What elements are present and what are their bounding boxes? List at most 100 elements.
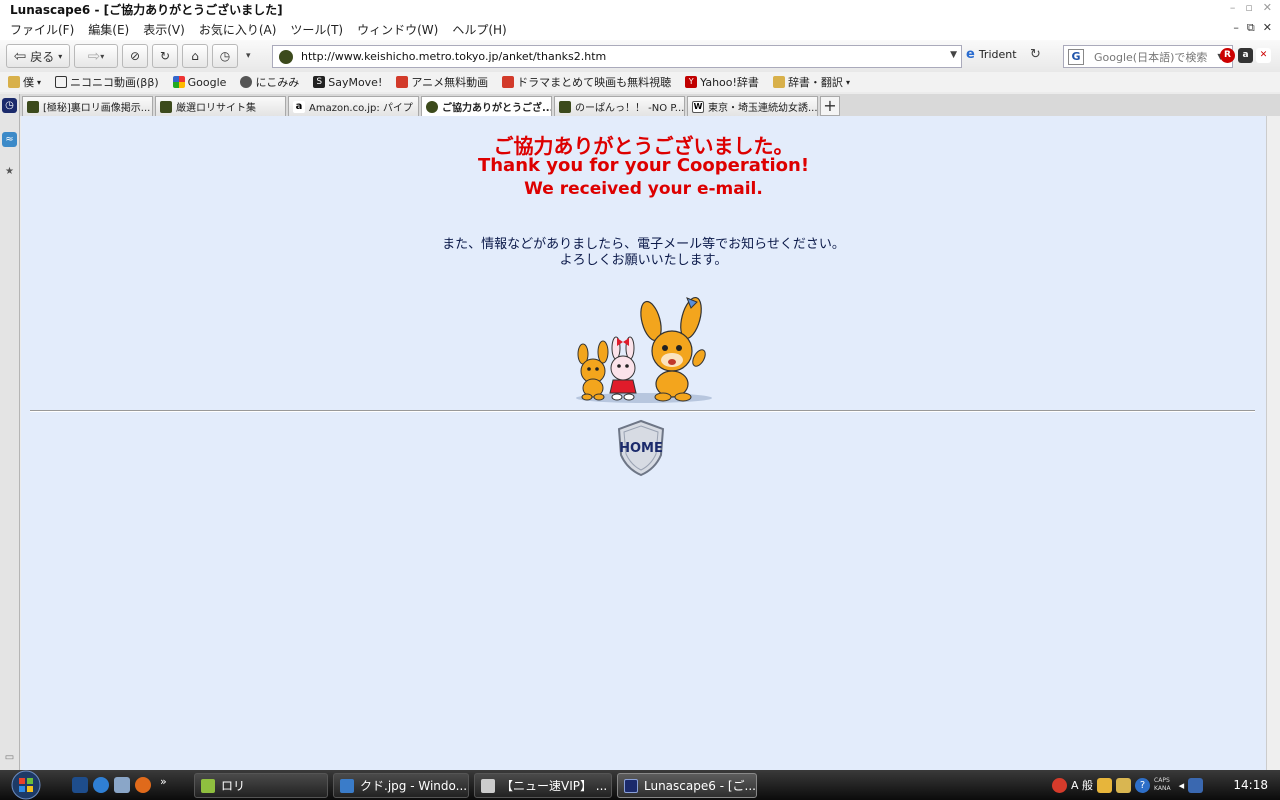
tab-amazon[interactable]: a Amazon.co.jp: パイプ <box>288 96 419 116</box>
tray-expand-icon[interactable]: ◂ <box>1179 779 1185 792</box>
url-text[interactable]: http://www.keishicho.metro.tokyo.jp/anke… <box>301 50 606 63</box>
thanks-heading-en: Thank you for your Cooperation! <box>477 155 810 176</box>
close-toolbar-icon[interactable]: ✕ <box>1256 48 1271 63</box>
taskbar-item-vip[interactable]: 【ニュー速VIP】 ... <box>474 773 612 798</box>
tab-thanks-active[interactable]: ご協力ありがとうござ... <box>421 96 552 116</box>
tab-wikipedia[interactable]: W 東京・埼玉連続幼女誘... <box>687 96 818 116</box>
google-search-icon[interactable]: G <box>1068 48 1084 65</box>
site-icon <box>279 49 293 64</box>
url-dropdown-icon[interactable]: ▼ <box>950 50 957 60</box>
menu-view[interactable]: 表示(V) <box>143 21 185 38</box>
quicklaunch-expand-icon[interactable]: » <box>160 775 167 788</box>
favorites-panel-icon[interactable]: ★ <box>2 164 17 179</box>
amazon-icon[interactable]: a <box>1238 48 1253 63</box>
tool-icon[interactable] <box>1097 777 1113 793</box>
back-button[interactable]: ⇦ 戻る ▾ <box>6 44 70 68</box>
tab-gensen-loli[interactable]: 厳選ロリサイト集 <box>155 96 286 116</box>
search-box[interactable]: G Google(日本語)で検索 ▼ <box>1063 45 1233 68</box>
menu-file[interactable]: ファイル(F) <box>10 21 74 38</box>
wikipedia-icon: W <box>692 100 704 113</box>
back-dropdown-icon[interactable]: ▾ <box>58 52 62 61</box>
menu-help[interactable]: ヘルプ(H) <box>452 21 506 38</box>
menu-edit[interactable]: 編集(E) <box>88 21 129 38</box>
rakuten-icon[interactable]: R <box>1220 48 1235 63</box>
bookmark-saymove[interactable]: S SayMove! <box>313 76 382 89</box>
start-orb-icon[interactable] <box>7 770 45 800</box>
mdi-controls: – ⧉ ✕ <box>1233 21 1272 35</box>
reload-button[interactable]: ↻ <box>152 44 178 68</box>
forward-button[interactable]: ⇨ ▾ <box>74 44 118 68</box>
engine-label: Trident <box>978 48 1017 61</box>
pen-input-icon[interactable] <box>1188 777 1204 793</box>
close-icon[interactable]: ✕ <box>1263 1 1272 14</box>
bookmark-dictionary-translate[interactable]: 辞書・翻訳 ▾ <box>772 74 850 90</box>
antivirus-icon[interactable] <box>1052 777 1067 793</box>
tray-folder-icon[interactable] <box>1116 777 1132 793</box>
quicklaunch-desktop-icon[interactable] <box>72 777 88 793</box>
mimi-icon <box>240 76 253 88</box>
tab-nopan[interactable]: のーぱんっ！！ -NO P... <box>554 96 685 116</box>
forward-dropdown-icon[interactable]: ▾ <box>100 52 104 61</box>
quicklaunch-explorer-icon[interactable] <box>114 777 130 793</box>
system-tray: A 般 ? CAPS KANA ◂ <box>1052 770 1204 800</box>
tab-favicon-icon <box>27 100 39 113</box>
tab-ura-loli[interactable]: [極秘]裏ロリ画像掲示... <box>22 96 153 116</box>
bookmarks-panel-icon[interactable]: ≈ <box>2 132 17 147</box>
title-bar: Lunascape6 - [ご協力ありがとうございました] – ▫ ✕ <box>0 0 1280 18</box>
stop-button[interactable]: ⊘ <box>122 44 148 68</box>
home-shield-button[interactable]: HOME <box>615 419 667 477</box>
bookmark-drama[interactable]: ドラマまとめて映画も無料視聴 <box>502 74 671 90</box>
tab-label: 厳選ロリサイト集 <box>176 103 256 114</box>
restore-icon[interactable]: ▫ <box>1245 1 1252 14</box>
bookmark-label: ドラマまとめて映画も無料視聴 <box>517 76 672 89</box>
home-button[interactable]: ⌂ <box>182 44 208 68</box>
menu-favorites[interactable]: お気に入り(A) <box>199 21 277 38</box>
bookmark-label: SayMove! <box>328 75 383 89</box>
bookmarks-bar: 僕 ▾ ニコニコ動画(ββ) Google にこみみ S SayMove! アニメ無… <box>0 72 1280 92</box>
engine-reload-icon[interactable]: ↻ <box>1030 47 1041 62</box>
bookmark-yahoo-dictionary[interactable]: Y Yahoo!辞書 <box>685 74 759 90</box>
quicklaunch-firefox-icon[interactable] <box>135 777 151 793</box>
back-label: 戻る <box>30 49 55 64</box>
bookmark-label: 辞書・翻訳 <box>787 76 843 89</box>
vertical-scrollbar[interactable] <box>1266 116 1280 770</box>
bookmark-anime[interactable]: アニメ無料動画 <box>396 74 488 90</box>
drama-icon <box>502 76 515 88</box>
history-panel-icon[interactable]: ◷ <box>2 98 17 113</box>
mdi-close-icon[interactable]: ✕ <box>1263 21 1272 35</box>
help-icon[interactable]: ? <box>1135 777 1151 793</box>
anime-icon <box>396 76 409 88</box>
bookmark-google[interactable]: Google <box>172 75 227 89</box>
kana-label: KANA <box>1154 785 1171 792</box>
taskbar-item-loli[interactable]: ロリ <box>194 773 328 798</box>
taskbar-item-lunascape[interactable]: Lunascape6 - [ご... <box>617 773 757 798</box>
bookmark-label: Google <box>187 75 227 89</box>
received-email-heading: We received your e-mail. <box>524 179 763 199</box>
minimize-icon[interactable]: – <box>1230 1 1236 14</box>
history-button[interactable]: ◷ <box>212 44 238 68</box>
menu-window[interactable]: ウィンドウ(W) <box>357 21 438 38</box>
quicklaunch-ie-icon[interactable] <box>93 777 109 793</box>
panel-toggle-icon[interactable]: ▭ <box>2 750 17 765</box>
pink-mascot-middle <box>609 336 637 401</box>
back-arrow-icon: ⇦ <box>13 47 27 65</box>
home-icon: ⌂ <box>191 49 199 63</box>
address-bar[interactable]: http://www.keishicho.metro.tokyo.jp/anke… <box>272 45 962 68</box>
toolbar-dropdown-icon[interactable]: ▾ <box>246 51 251 61</box>
ime-mode-label[interactable]: A 般 <box>1071 777 1093 793</box>
google-icon <box>172 76 185 88</box>
taskbar-item-image-viewer[interactable]: クド.jpg - Windo... <box>333 773 469 798</box>
clock[interactable]: 14:18 <box>1233 778 1268 792</box>
mdi-restore-icon[interactable]: ⧉ <box>1247 21 1255 35</box>
tab-label: のーぱんっ！！ -NO P... <box>575 103 685 114</box>
bookmark-label: にこみみ <box>255 76 300 89</box>
new-tab-button[interactable]: + <box>820 96 840 116</box>
bookmark-boku[interactable]: 僕 ▾ <box>8 74 41 90</box>
render-engine-switch[interactable]: e Trident <box>966 47 1017 62</box>
bookmark-niconico[interactable]: ニコニコ動画(ββ) <box>55 74 159 90</box>
side-panel: ◷ ≈ ★ ▭ <box>0 94 20 770</box>
home-label: HOME <box>619 441 663 456</box>
mdi-minimize-icon[interactable]: – <box>1233 21 1239 35</box>
menu-tools[interactable]: ツール(T) <box>290 21 343 38</box>
bookmark-nicomimi[interactable]: にこみみ <box>240 74 299 90</box>
